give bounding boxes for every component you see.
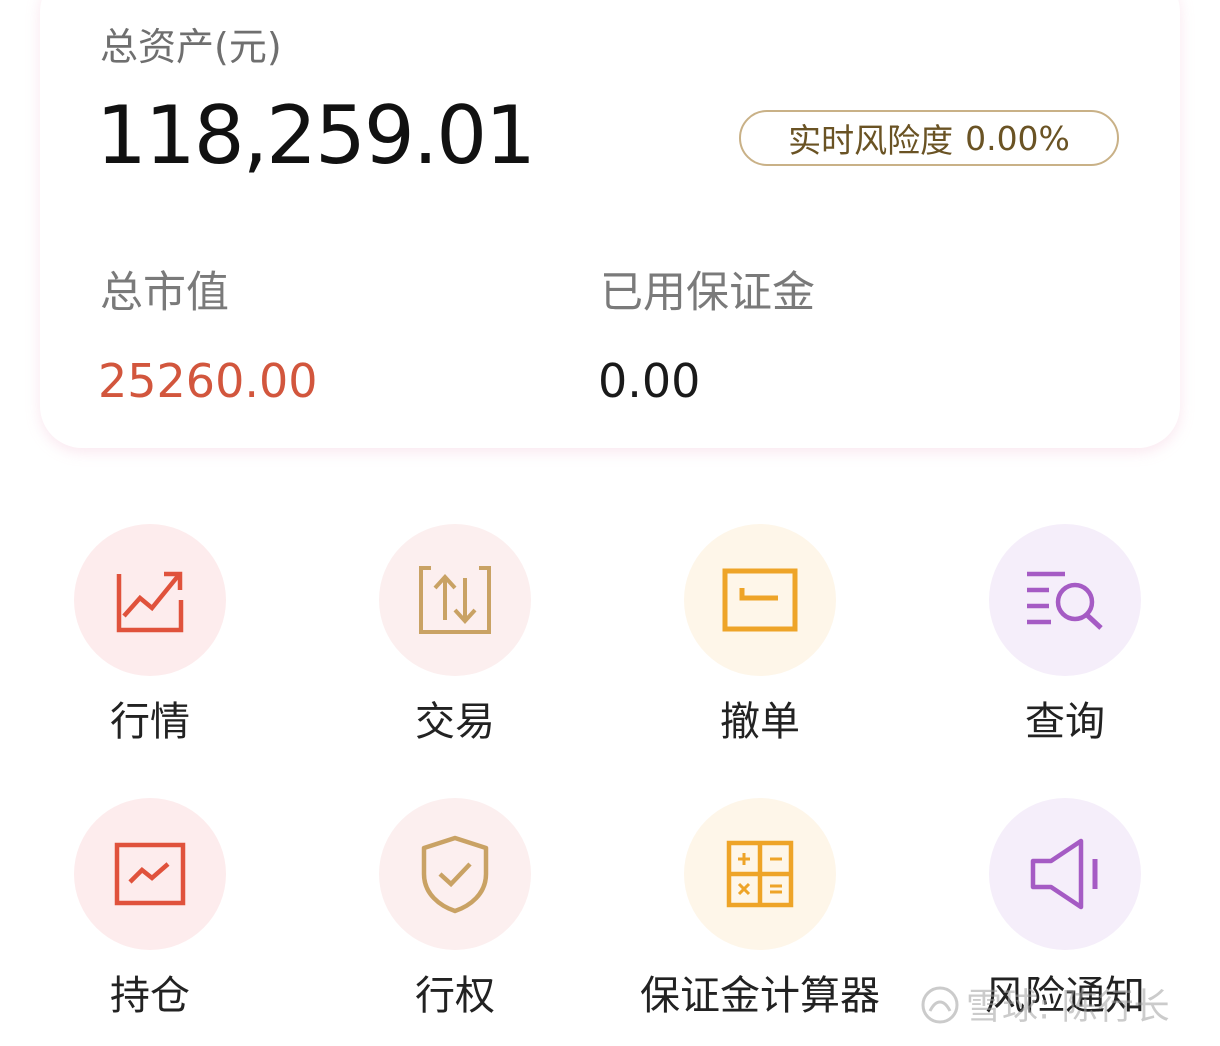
chart-trend-icon	[116, 571, 184, 633]
realtime-risk-badge[interactable]: 实时风险度 0.00%	[739, 110, 1119, 166]
menu-item-label: 撤单	[720, 699, 800, 745]
total-assets-label: 总资产(元)	[100, 25, 282, 69]
calculator-icon	[726, 840, 794, 908]
exercise-icon-badge	[379, 798, 531, 950]
search-list-icon	[1027, 571, 1103, 630]
watermark-text: 雪球: 陈行长	[966, 986, 1170, 1028]
shield-check-icon	[421, 835, 489, 914]
watermark: 雪球: 陈行长	[920, 985, 1170, 1032]
cancel-order-icon	[722, 568, 798, 632]
risk-value: 0.00%	[965, 118, 1070, 158]
menu-item-label: 交易	[415, 699, 495, 745]
positions-icon-badge	[74, 798, 226, 950]
snowball-logo-icon	[920, 985, 960, 1032]
margin-calculator-icon-badge	[684, 798, 836, 950]
trade-icon-badge	[379, 524, 531, 676]
menu-item-label: 保证金计算器	[640, 973, 880, 1019]
risk-label: 实时风险度	[788, 121, 954, 160]
risk-notice-icon-badge	[989, 798, 1141, 950]
margin-used-value: 0.00	[598, 354, 701, 408]
total-assets-value: 118,259.01	[96, 89, 536, 182]
speaker-icon	[1030, 838, 1098, 910]
market-value: 25260.00	[98, 354, 318, 408]
menu-item-label: 行权	[415, 973, 495, 1019]
cancel-order-icon-badge	[684, 524, 836, 676]
exchange-arrows-icon	[419, 566, 491, 634]
position-chart-icon	[114, 842, 186, 906]
market-value-label: 总市值	[100, 268, 229, 318]
menu-item-label: 查询	[1025, 699, 1105, 745]
margin-used-label: 已用保证金	[600, 268, 815, 318]
menu-item-label: 行情	[110, 699, 190, 745]
menu-item-label: 持仓	[110, 973, 190, 1019]
quotes-icon-badge	[74, 524, 226, 676]
query-icon-badge	[989, 524, 1141, 676]
